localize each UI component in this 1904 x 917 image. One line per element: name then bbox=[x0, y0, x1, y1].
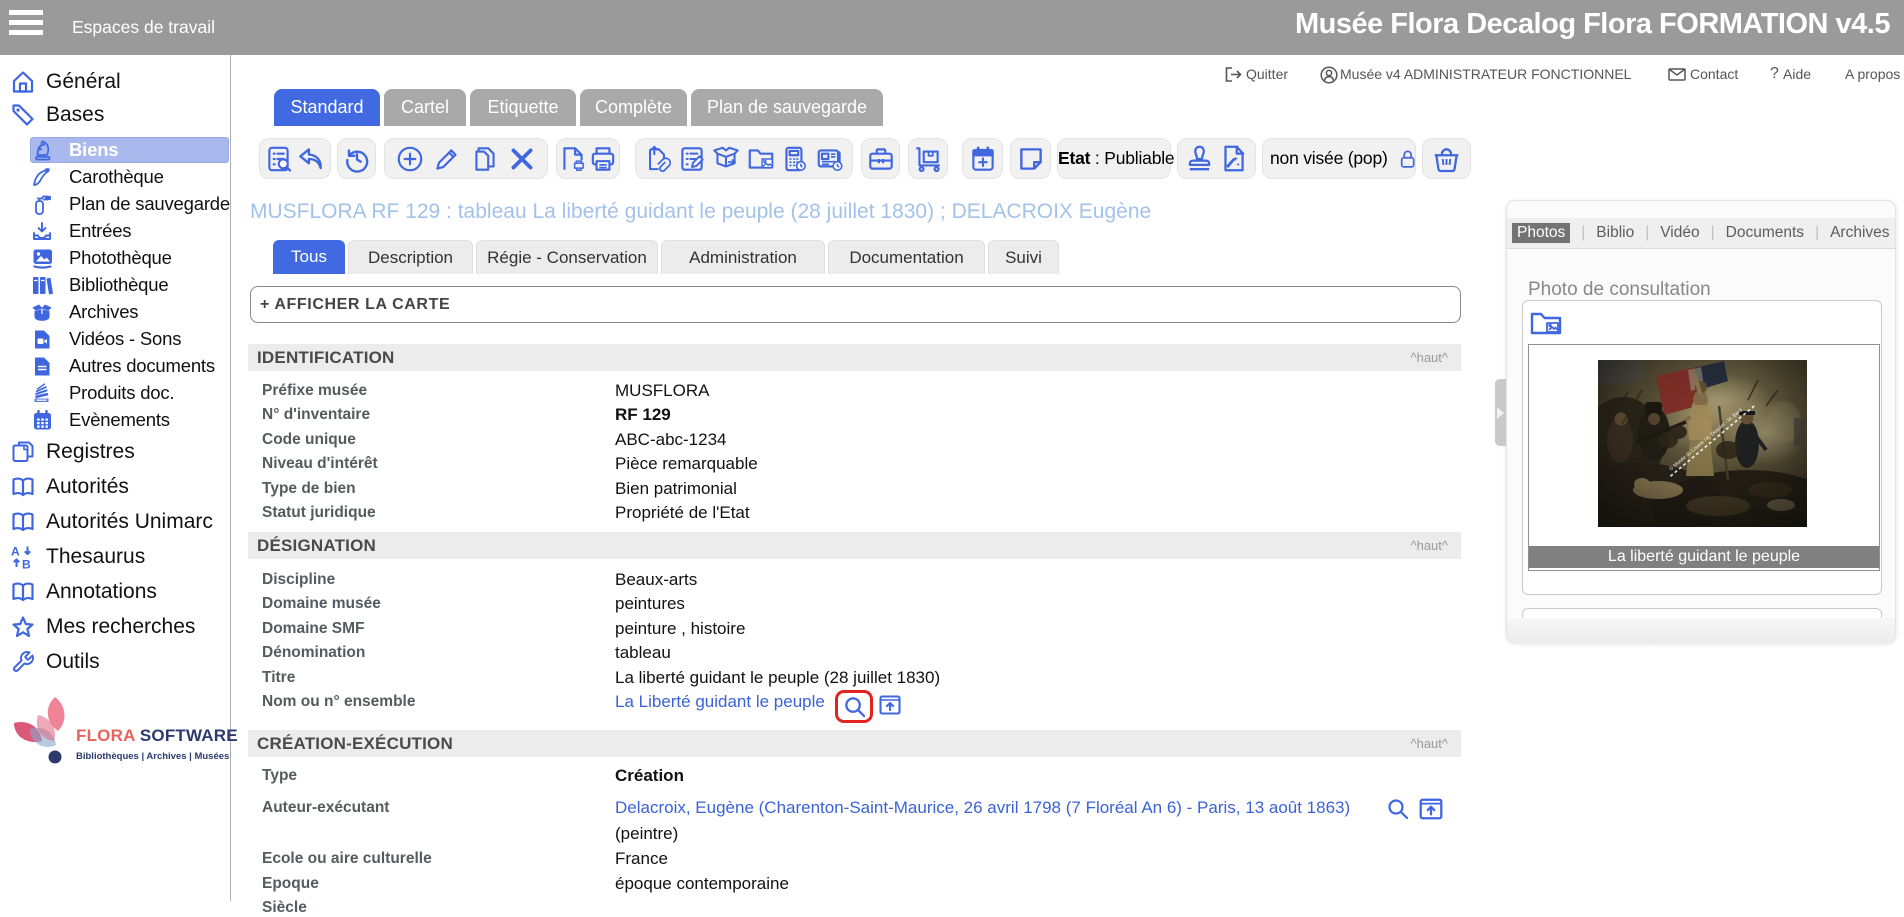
svg-text:B: B bbox=[22, 558, 31, 570]
svg-text:A: A bbox=[11, 545, 20, 559]
